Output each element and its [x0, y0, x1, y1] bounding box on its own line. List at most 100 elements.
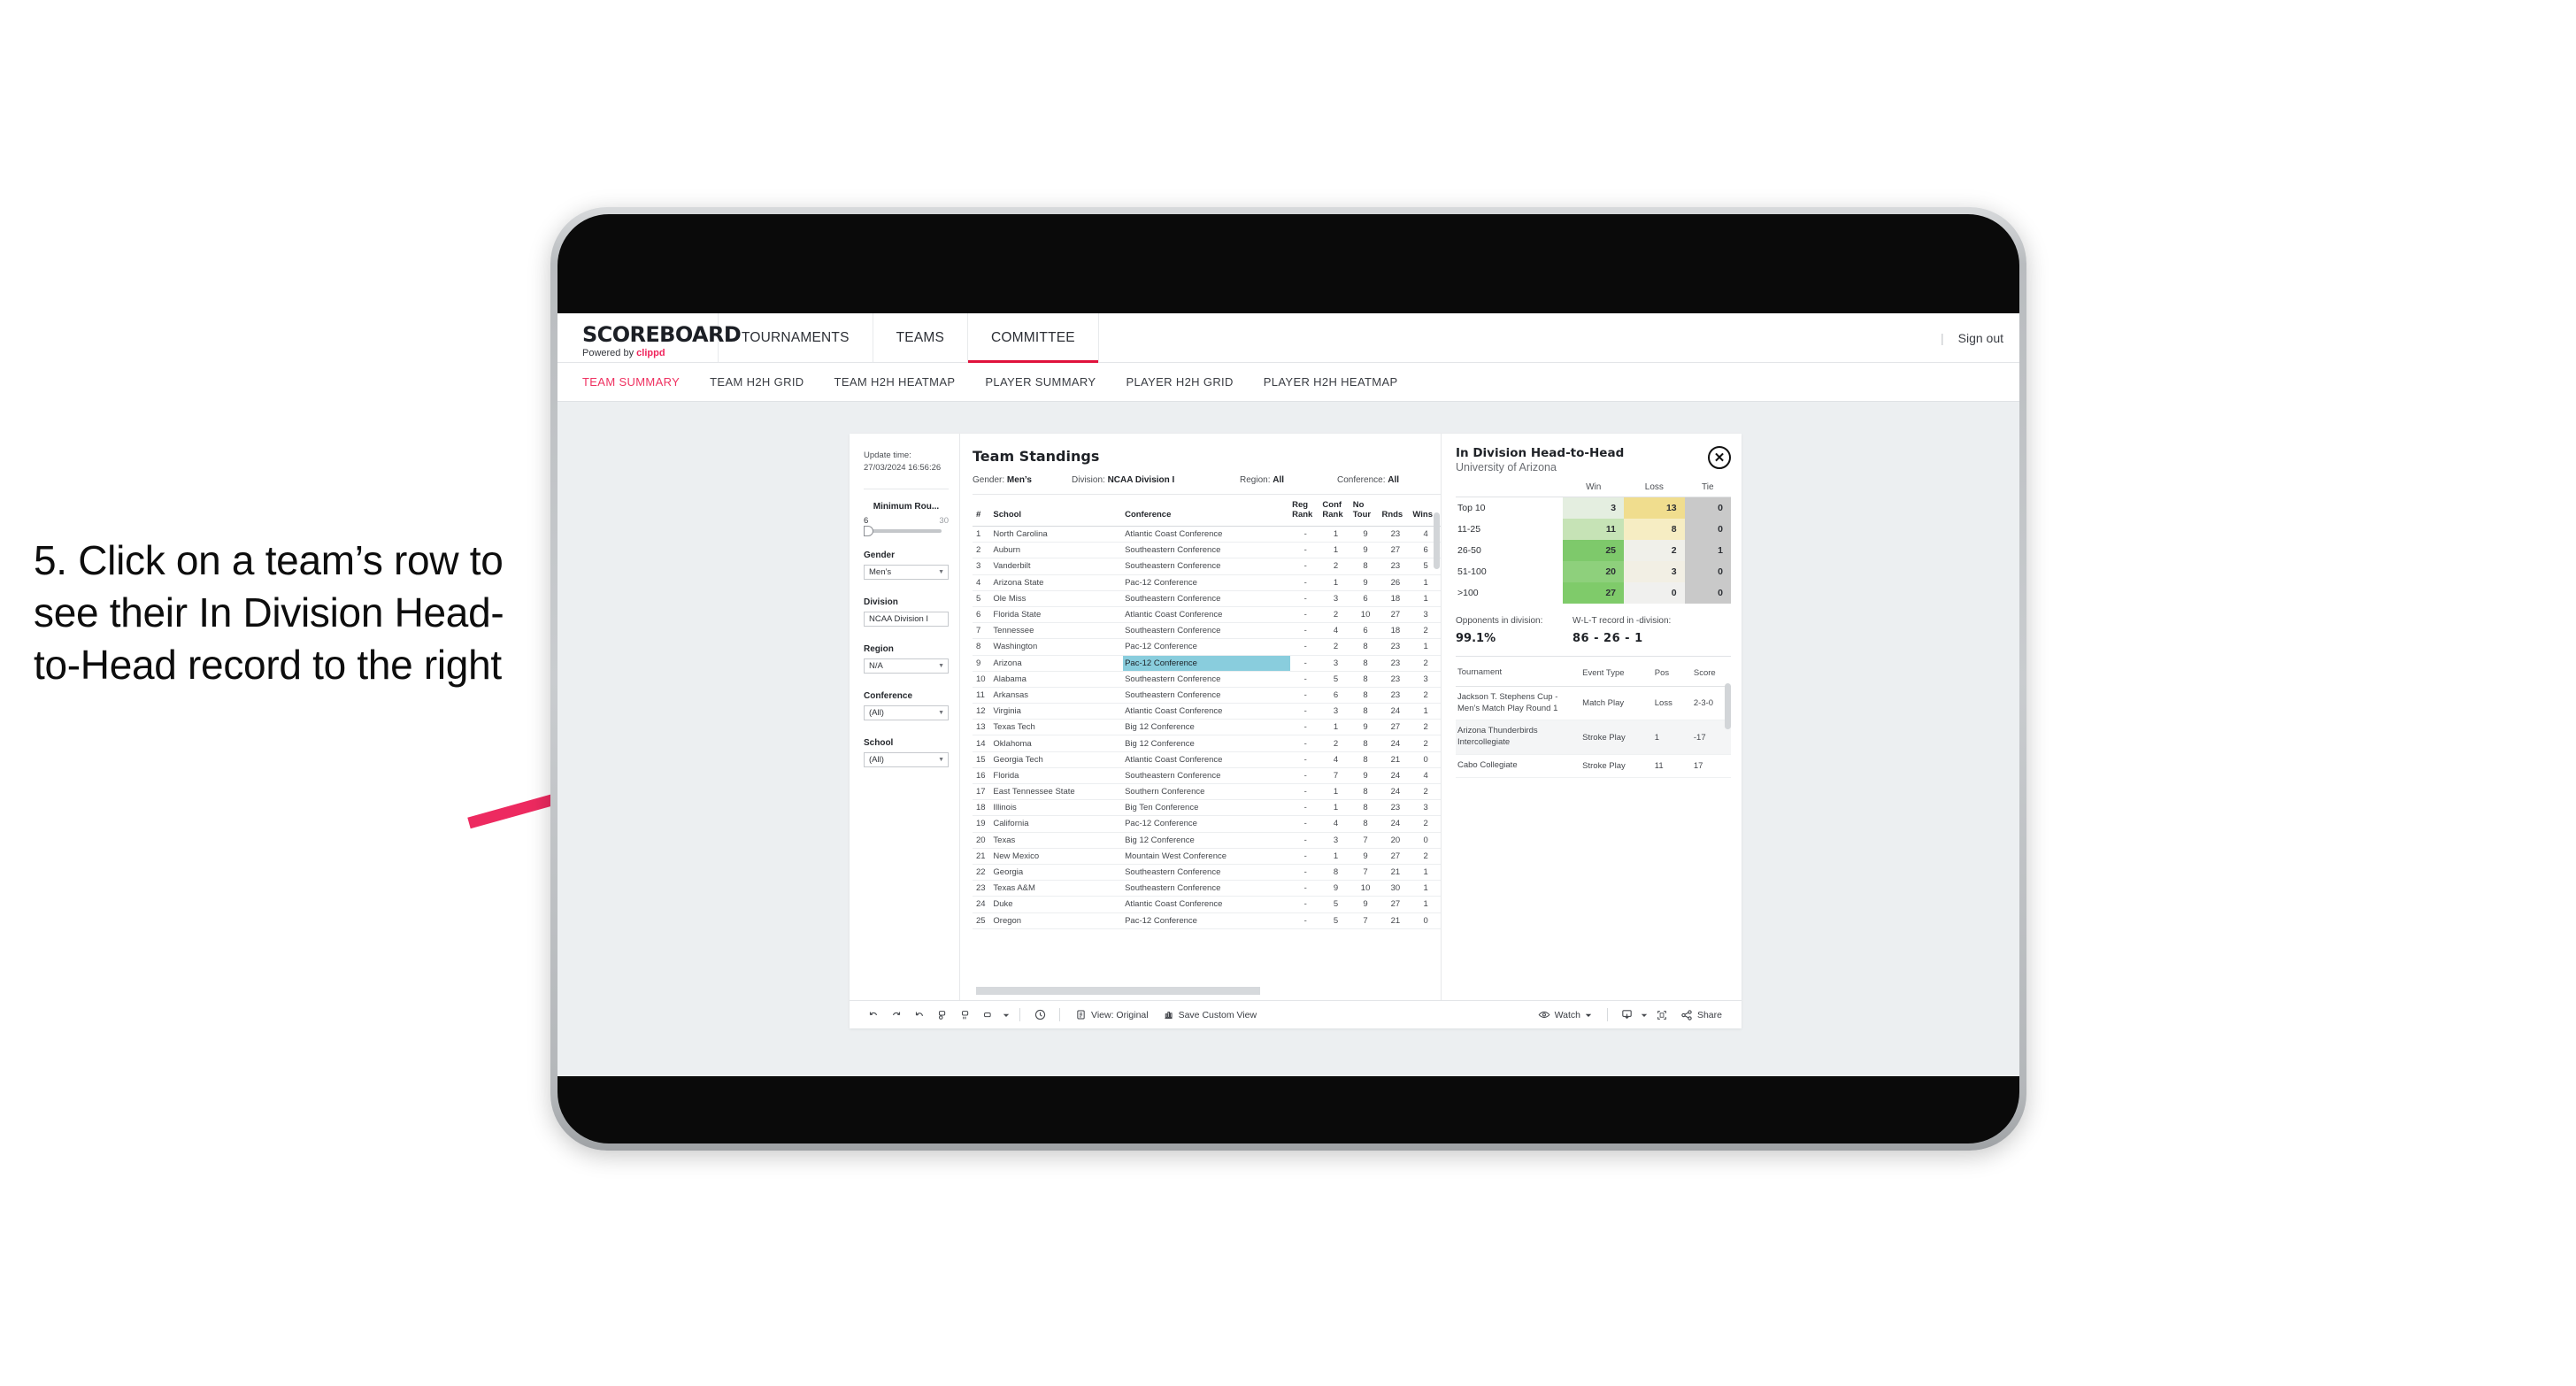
- table-row[interactable]: 15 Georgia Tech Atlantic Coast Conference -…: [973, 751, 1441, 768]
- standings-horizontal-scrollbar-thumb[interactable]: [976, 987, 1260, 995]
- subnav-item-player-h2h-grid[interactable]: PLAYER H2H GRID: [1126, 375, 1233, 389]
- download-icon[interactable]: [1616, 1005, 1639, 1025]
- col-rnds[interactable]: Rnds: [1380, 497, 1411, 527]
- col-rank[interactable]: #: [973, 497, 992, 527]
- gender-select[interactable]: Men’s ▼: [864, 564, 949, 580]
- table-row[interactable]: 1 North Carolina Atlantic Coast Conference…: [973, 526, 1441, 543]
- filter-minimum-rounds: Minimum Rou... 6 30: [864, 502, 949, 536]
- cell-reg-rank: -: [1290, 751, 1321, 768]
- table-row[interactable]: 17 East Tennessee State Southern Conferenc…: [973, 783, 1441, 801]
- cell-school: Oregon: [991, 912, 1124, 929]
- table-row[interactable]: 25 Oregon Pac-12 Conference -5 7 21 0: [973, 912, 1441, 929]
- col-conference[interactable]: Conference: [1123, 497, 1291, 527]
- table-row[interactable]: 5 Ole Miss Southeastern Conference -3 6 18 1: [973, 590, 1441, 607]
- pause-updates-icon[interactable]: [954, 1005, 977, 1025]
- col-pos[interactable]: Pos: [1652, 662, 1692, 687]
- cell-school: Ole Miss: [991, 590, 1124, 607]
- table-row[interactable]: 7 Tennessee Southeastern Conference -4 6 18 2: [973, 622, 1441, 640]
- table-row[interactable]: 20 Texas Big 12 Conference -3 7 20 0: [973, 832, 1441, 849]
- fullscreen-icon[interactable]: [1650, 1005, 1673, 1025]
- subnav-item-team-h2h-heatmap[interactable]: TEAM H2H HEATMAP: [834, 375, 956, 389]
- view-original-button[interactable]: View: Original: [1068, 1009, 1156, 1020]
- region-select[interactable]: N/A ▼: [864, 658, 949, 674]
- redo-icon[interactable]: [885, 1005, 908, 1025]
- table-row[interactable]: 10 Alabama Southeastern Conference -5 8 23 3: [973, 671, 1441, 688]
- subnav-item-player-h2h-heatmap[interactable]: PLAYER H2H HEATMAP: [1264, 375, 1398, 389]
- table-row[interactable]: 23 Texas A&M Southeastern Conference -9 10 30…: [973, 880, 1441, 897]
- head-to-head-subtitle: University of Arizona: [1456, 461, 1557, 474]
- stat-wlt-label: W-L-T record in -division:: [1573, 616, 1672, 626]
- table-row[interactable]: 4 Arizona State Pac-12 Conference -1 9 26 1: [973, 574, 1441, 591]
- minimum-rounds-slider[interactable]: [864, 525, 942, 536]
- close-icon[interactable]: ✕: [1708, 446, 1731, 469]
- watch-button[interactable]: Watch: [1531, 1009, 1599, 1020]
- tournament-row[interactable]: Arizona Thunderbirds Intercollegiate Stro…: [1456, 720, 1731, 756]
- division-select[interactable]: NCAA Division I: [864, 611, 949, 627]
- col-school[interactable]: School: [991, 497, 1124, 527]
- sign-out-link[interactable]: Sign out: [1958, 331, 2003, 345]
- col-tournament[interactable]: Tournament: [1456, 662, 1581, 687]
- refresh-data-icon[interactable]: [931, 1005, 954, 1025]
- table-row[interactable]: 22 Georgia Southeastern Conference -8 7 21 1: [973, 864, 1441, 882]
- standings-horizontal-scrollbar[interactable]: [976, 987, 1434, 995]
- conference-select[interactable]: (All) ▼: [864, 705, 949, 720]
- col-no-tour[interactable]: No Tour: [1350, 497, 1380, 527]
- subnav-item-player-summary[interactable]: PLAYER SUMMARY: [985, 375, 1096, 389]
- cell-rnds: 27: [1380, 542, 1411, 559]
- brand-logo[interactable]: SCOREBOARD Powered by clippd: [557, 313, 742, 362]
- tournaments-vertical-scrollbar[interactable]: [1725, 683, 1731, 729]
- device-layout-chevron-down-icon[interactable]: [1000, 1005, 1011, 1025]
- cell-school: Oklahoma: [991, 735, 1124, 752]
- standings-vertical-scrollbar[interactable]: [1434, 512, 1440, 569]
- table-row[interactable]: 2 Auburn Southeastern Conference -1 9 27 6: [973, 542, 1441, 559]
- update-time-block: Update time: 27/03/2024 16:56:26: [864, 450, 949, 474]
- cell-num: 12: [973, 703, 992, 720]
- chevron-down-icon: ▼: [938, 662, 944, 669]
- tournament-row[interactable]: Jackson T. Stephens Cup - Men’s Match Pl…: [1456, 686, 1731, 721]
- visualization-container: Update time: 27/03/2024 16:56:26 Minimum…: [850, 434, 1742, 1028]
- col-reg-rank[interactable]: Reg Rank: [1290, 497, 1321, 527]
- revert-icon[interactable]: [908, 1005, 931, 1025]
- toolbar-divider-1: [1019, 1008, 1020, 1021]
- table-row[interactable]: 21 New Mexico Mountain West Conference -1 9 2…: [973, 848, 1441, 865]
- stat-wlt-value: 86 - 26 - 1: [1573, 632, 1643, 645]
- col-score[interactable]: Score: [1691, 662, 1731, 687]
- table-row[interactable]: 18 Illinois Big Ten Conference -1 8 23 3: [973, 799, 1441, 817]
- device-layout-icon[interactable]: [977, 1005, 1000, 1025]
- topnav-item-teams[interactable]: TEAMS: [873, 313, 969, 362]
- table-row[interactable]: 24 Duke Atlantic Coast Conference -5 9 27 1: [973, 896, 1441, 913]
- table-row[interactable]: 16 Florida Southeastern Conference -7 9 24 4: [973, 767, 1441, 785]
- table-row[interactable]: 14 Oklahoma Big 12 Conference -2 8 24 2: [973, 735, 1441, 752]
- col-conf-rank[interactable]: Conf Rank: [1320, 497, 1351, 527]
- col-event-type[interactable]: Event Type: [1580, 662, 1653, 687]
- cell-event-type: Stroke Play: [1580, 720, 1653, 756]
- subnav-item-team-h2h-grid[interactable]: TEAM H2H GRID: [710, 375, 804, 389]
- powered-name: clippd: [636, 348, 665, 358]
- slider-handle[interactable]: [864, 525, 873, 536]
- cell-no-tour: 10: [1350, 606, 1380, 624]
- share-button[interactable]: Share: [1673, 1009, 1729, 1021]
- cell-no-tour: 8: [1350, 687, 1380, 705]
- cell-reg-rank: -: [1290, 719, 1321, 736]
- table-row[interactable]: 3 Vanderbilt Southeastern Conference -2 8 23 5: [973, 558, 1441, 575]
- table-row[interactable]: 8 Washington Pac-12 Conference -2 8 23 1: [973, 638, 1441, 656]
- table-row[interactable]: 13 Texas Tech Big 12 Conference -1 9 27 2: [973, 719, 1441, 736]
- table-row[interactable]: 12 Virginia Atlantic Coast Conference -3 8 24…: [973, 703, 1441, 720]
- download-chevron-down-icon[interactable]: [1639, 1005, 1650, 1025]
- save-custom-view-button[interactable]: Save Custom View: [1156, 1009, 1265, 1020]
- subnav-item-team-summary[interactable]: TEAM SUMMARY: [582, 375, 680, 389]
- tournaments-table-wrapper: Tournament Event Type Pos Score Jackson …: [1456, 656, 1731, 1000]
- tournament-row[interactable]: Cabo Collegiate Stroke Play 11 17: [1456, 754, 1731, 778]
- topnav-item-committee[interactable]: COMMITTEE: [968, 313, 1099, 363]
- table-row[interactable]: 9 Arizona Pac-12 Conference -3 8 23 2: [973, 655, 1441, 672]
- school-select[interactable]: (All) ▼: [864, 751, 949, 767]
- cell-num: 14: [973, 735, 992, 752]
- pause-auto-update-icon[interactable]: [1028, 1005, 1051, 1025]
- undo-icon[interactable]: [862, 1005, 885, 1025]
- topnav-item-tournaments[interactable]: TOURNAMENTS: [719, 313, 873, 362]
- cell-no-tour: 8: [1350, 638, 1380, 656]
- table-row[interactable]: 6 Florida State Atlantic Coast Conference -…: [973, 606, 1441, 624]
- table-row[interactable]: 19 California Pac-12 Conference -4 8 24 2: [973, 815, 1441, 833]
- h2h-row: 51-100 20 3 0: [1456, 561, 1731, 582]
- table-row[interactable]: 11 Arkansas Southeastern Conference -6 8 23 2: [973, 687, 1441, 705]
